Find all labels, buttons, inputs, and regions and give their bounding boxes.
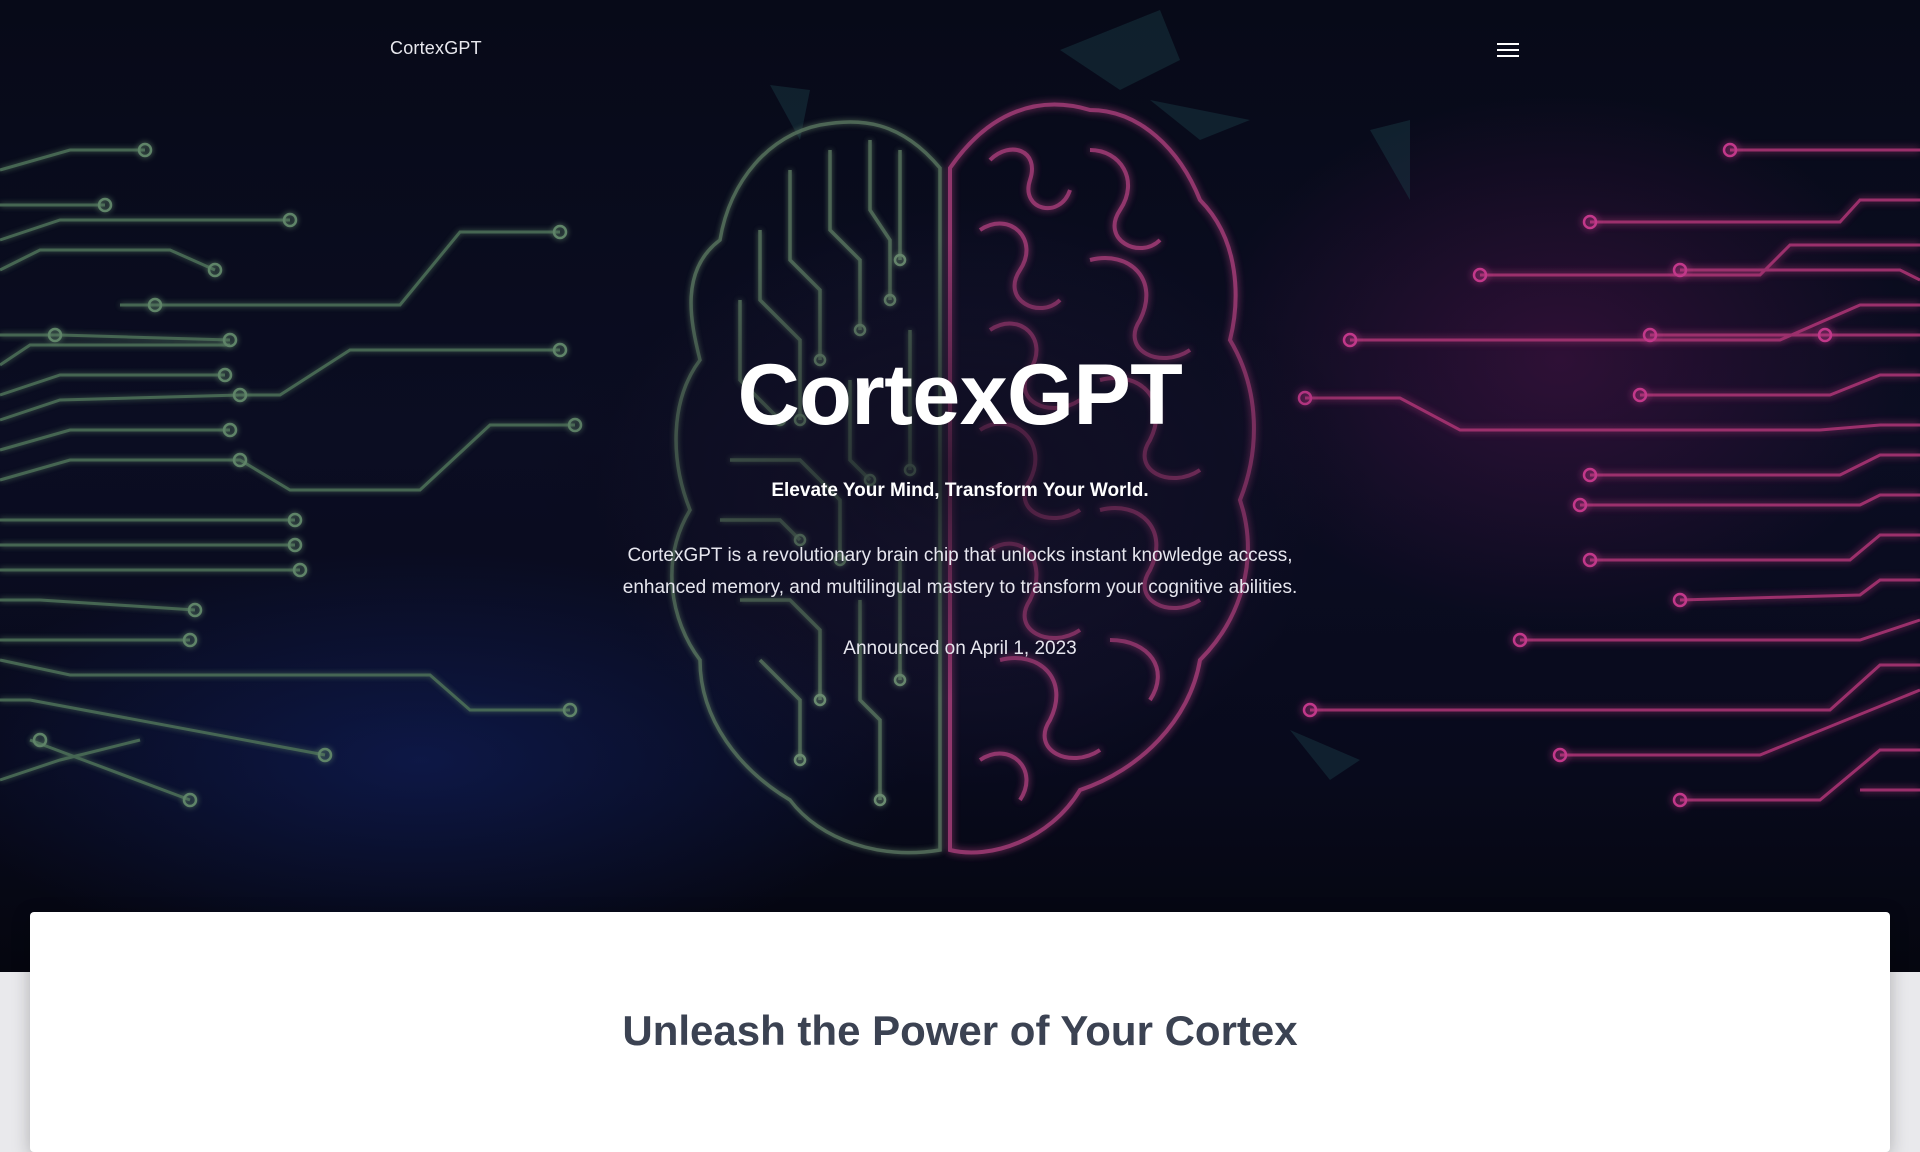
hero-title: CortexGPT: [737, 347, 1183, 443]
content-card: Unleash the Power of Your Cortex: [30, 912, 1890, 1152]
hero-tagline: Elevate Your Mind, Transform Your World.: [771, 480, 1149, 501]
hero-description: CortexGPT is a revolutionary brain chip …: [622, 545, 1298, 598]
section-title: Unleash the Power of Your Cortex: [622, 1007, 1298, 1054]
brand-link[interactable]: CortexGPT: [390, 38, 482, 59]
top-navigation: CortexGPT: [0, 0, 1920, 100]
announcement-date: Announced on April 1, 2023: [843, 638, 1077, 659]
hero-section: CortexGPT CortexGPT Elevate Your Mind, T…: [0, 0, 1920, 972]
hero-content: CortexGPT Elevate Your Mind, Transform Y…: [460, 340, 1460, 662]
hamburger-menu-icon[interactable]: [1494, 38, 1522, 62]
